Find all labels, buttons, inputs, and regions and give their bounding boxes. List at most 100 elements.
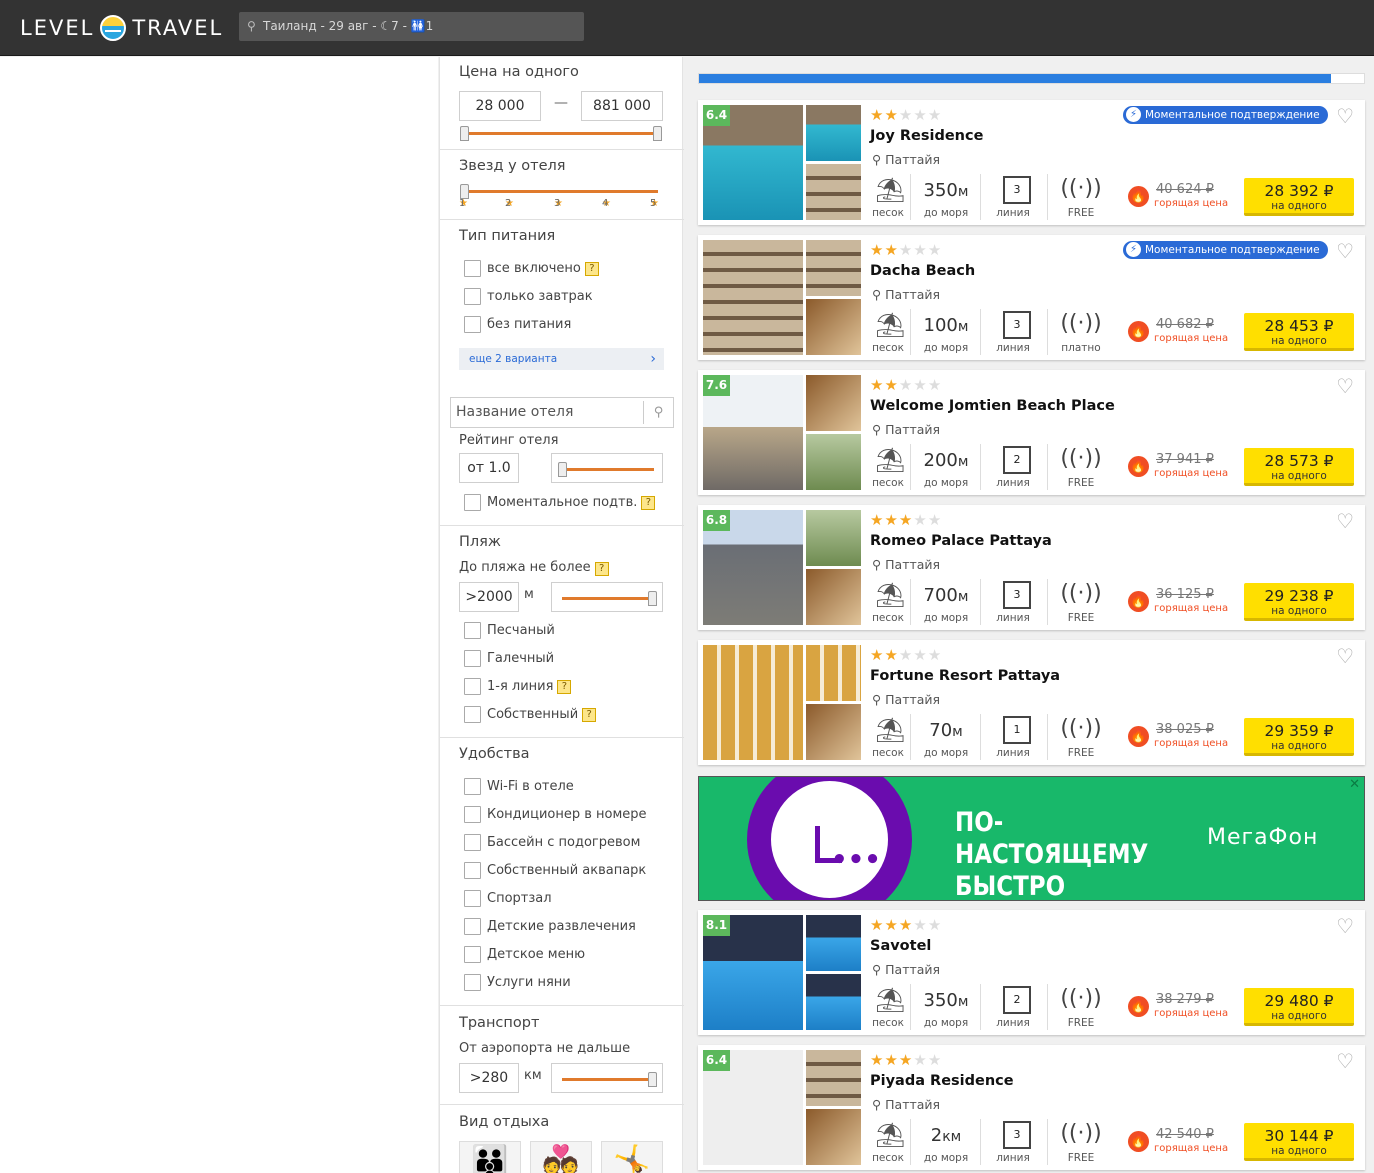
family-icon[interactable]: 👪 [459,1141,521,1173]
hotel-photo[interactable] [806,164,861,220]
hotel-photo[interactable] [806,299,861,355]
airport-distance-input[interactable]: >280 [459,1063,519,1093]
checkbox[interactable] [464,316,481,333]
amenity-option[interactable]: Бассейн с подогревом [464,834,640,851]
beach-option-own[interactable]: Собственный? [464,706,597,723]
hotel-name[interactable]: Romeo Palace Pattaya [870,533,1052,549]
meal-option-all-inclusive[interactable]: все включено? [464,260,599,277]
price-button[interactable]: 29 238 ₽ на одного [1244,583,1354,621]
price-slider-track[interactable] [464,132,658,135]
heart-icon[interactable]: ♡ [1336,914,1354,938]
hotel-photo[interactable] [806,1109,861,1165]
amenity-option[interactable]: Детское меню [464,946,585,963]
amenity-option[interactable]: Детские развлечения [464,918,636,935]
search-icon[interactable]: ⚲ [643,401,673,424]
heart-icon[interactable]: ♡ [1336,509,1354,533]
beach-slider-track[interactable] [562,597,654,600]
price-button[interactable]: 28 392 ₽ на одного [1244,178,1354,216]
hotel-card[interactable]: ★★★★★ Fortune Resort Pattaya ⚲ Паттайя ♡ ⛱ пе… [698,640,1365,765]
checkbox[interactable] [464,706,481,723]
amenity-option[interactable]: Собственный аквапарк [464,862,646,879]
hotel-card[interactable]: ★★★★★Dacha Beach⚲ ПаттайяМоментальное по… [698,235,1365,360]
price-button[interactable]: 28 573 ₽ на одного [1244,448,1354,486]
checkbox[interactable] [464,806,481,823]
checkbox[interactable] [464,778,481,795]
meal-option-breakfast[interactable]: только завтрак [464,288,593,305]
meal-option-none[interactable]: без питания [464,316,571,333]
heart-icon[interactable]: ♡ [1336,374,1354,398]
hotel-name[interactable]: Welcome Jomtien Beach Place [870,398,1115,414]
logo[interactable]: LEVEL TRAVEL [20,14,223,42]
heart-icon[interactable]: ♡ [1336,644,1354,668]
hotel-photo[interactable] [806,569,861,625]
hotel-card[interactable]: 6.4★★★★★Joy Residence⚲ ПаттайяМоментальн… [698,100,1365,225]
beach-option-pebble[interactable]: Галечный [464,650,554,667]
beach-distance-input[interactable]: >2000 [459,582,519,612]
rating-slider-handle[interactable] [558,462,567,477]
instant-confirm-option[interactable]: Моментальное подтв.? [464,494,656,511]
hotel-name[interactable]: Piyada Residence [870,1073,1014,1089]
checkbox[interactable] [464,494,481,511]
heart-icon[interactable]: ♡ [1336,1049,1354,1073]
checkbox[interactable] [464,918,481,935]
hotel-name[interactable]: Fortune Resort Pattaya [870,668,1060,684]
rating-slider-track[interactable] [562,468,654,471]
close-icon[interactable]: ✕ [1349,777,1360,792]
heart-icon[interactable]: ♡ [1336,239,1354,263]
price-slider-min-handle[interactable] [460,126,469,141]
checkbox[interactable] [464,678,481,695]
hotel-photo[interactable] [806,645,861,701]
rating-from-input[interactable]: от 1.0 [459,453,519,483]
checkbox[interactable] [464,650,481,667]
checkbox[interactable] [464,622,481,639]
price-button[interactable]: 29 480 ₽ на одного [1244,988,1354,1026]
hotel-photo[interactable] [806,434,861,490]
checkbox[interactable] [464,974,481,991]
hotel-card[interactable]: 7.6 ★★★★★ Welcome Jomtien Beach Place ⚲ Пат… [698,370,1365,495]
hotel-photo[interactable] [806,375,861,431]
hotel-photo[interactable] [806,510,861,566]
help-icon[interactable]: ? [584,261,599,276]
couple-icon[interactable]: 💑 [530,1141,592,1173]
hotel-photo[interactable] [806,105,861,161]
hotel-card[interactable]: 8.1 ★★★★★ Savotel ⚲ Паттайя ♡ ⛱ песок 350м до мо… [698,910,1365,1035]
airport-slider-track[interactable] [562,1078,654,1081]
beach-slider-handle[interactable] [648,591,657,606]
search-summary[interactable]: ⚲ Таиланд - 29 авг - ☾7 - 🚻1 [239,12,584,41]
checkbox[interactable] [464,260,481,277]
hotel-photo[interactable] [806,240,861,296]
meal-more-button[interactable]: еще 2 варианта › [459,348,664,370]
price-min-input[interactable]: 28 000 [459,91,541,121]
price-slider-max-handle[interactable] [653,126,662,141]
hotel-name[interactable]: Savotel [870,938,931,954]
megafon-ad-banner[interactable]: ••• ПО-НАСТОЯЩЕМУ БЫСТРО МегаФон ✕ [698,776,1365,901]
hotel-name-input[interactable]: Название отеля ⚲ [450,397,674,428]
airport-slider-handle[interactable] [648,1072,657,1087]
hotel-photo[interactable] [806,974,861,1030]
hotel-card[interactable]: 6.8 ★★★★★ Romeo Palace Pattaya ⚲ Паттайя ♡ ⛱ п… [698,505,1365,630]
hotel-photo[interactable] [806,1050,861,1106]
help-icon[interactable]: ? [582,707,597,722]
help-icon[interactable]: ? [641,495,656,510]
active-icon[interactable]: 🤸 [601,1141,663,1173]
checkbox[interactable] [464,946,481,963]
amenity-option[interactable]: Wi-Fi в отеле [464,778,574,795]
stars-slider-track[interactable] [464,190,658,193]
price-button[interactable]: 30 144 ₽ на одного [1244,1123,1354,1161]
beach-option-first-line[interactable]: 1-я линия? [464,678,572,695]
stars-slider-min-handle[interactable] [460,184,469,199]
checkbox[interactable] [464,890,481,907]
hotel-photo-main[interactable] [703,645,803,760]
help-icon[interactable]: ? [594,562,609,576]
hotel-name[interactable]: Dacha Beach [870,263,975,279]
price-button[interactable]: 29 359 ₽ на одного [1244,718,1354,756]
checkbox[interactable] [464,862,481,879]
hotel-name[interactable]: Joy Residence [870,128,983,144]
checkbox[interactable] [464,288,481,305]
amenity-option[interactable]: Кондиционер в номере [464,806,647,823]
hotel-card[interactable]: 6.4 ★★★★★ Piyada Residence ⚲ Паттайя ♡ ⛱ песок… [698,1045,1365,1170]
beach-option-sand[interactable]: Песчаный [464,622,555,639]
hotel-photo[interactable] [806,915,861,971]
hotel-photo[interactable] [806,704,861,760]
hotel-photo-main[interactable] [703,240,803,355]
